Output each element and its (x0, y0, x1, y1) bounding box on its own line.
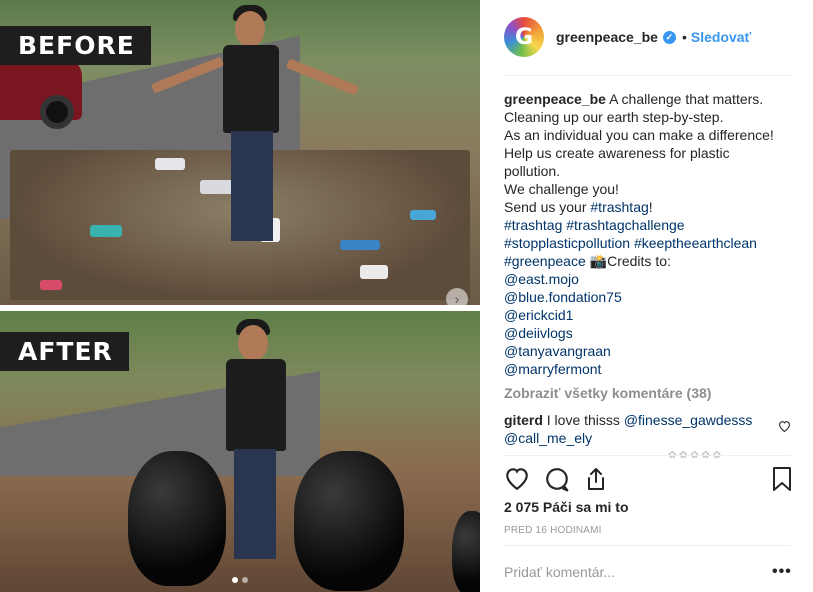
carousel-indicator (0, 577, 480, 583)
view-all-comments-link[interactable]: Zobraziť všetky komentáre (38) (504, 385, 711, 401)
share-icon[interactable] (584, 466, 608, 492)
comment-like-heart-icon[interactable] (778, 420, 791, 432)
comment-item: giterd I love thisss @finesse_gawdesss @… (504, 411, 774, 447)
post-caption: greenpeace_be A challenge that matters. … (504, 90, 794, 378)
separator: • (681, 29, 687, 45)
caption-line: Help us create awareness for plastic (504, 145, 730, 161)
after-photo: AFTER (0, 311, 480, 592)
post-header: G greenpeace_be ✓ • Sledovať (504, 16, 791, 58)
carousel-dot (232, 577, 238, 583)
mention-link[interactable]: @marryfermont (504, 360, 794, 378)
camera-emoji: 📸 (589, 253, 608, 269)
carousel-dot (242, 577, 248, 583)
trash-bag-right (294, 451, 404, 591)
person (222, 319, 292, 574)
caption-line: Cleaning up our earth step-by-step. (504, 109, 724, 125)
avatar-letter: G (514, 24, 534, 50)
caption-line: As an individual you can make a differen… (504, 127, 774, 143)
post-timestamp[interactable]: PRED 16 HODINAMI (504, 525, 602, 536)
trash-item (155, 158, 185, 170)
add-comment-input[interactable]: Pridať komentár... (504, 564, 615, 580)
trash-item (410, 210, 436, 220)
more-options-button[interactable]: ••• (772, 563, 792, 581)
car-wheel (40, 95, 74, 129)
after-label: AFTER (0, 332, 129, 371)
trash-bag-left (128, 451, 226, 586)
bookmark-icon[interactable] (772, 466, 792, 492)
caption-credits-line: #greenpeace 📸Credits to: (504, 252, 794, 270)
mention-link[interactable]: @blue.fondation75 (504, 288, 794, 306)
caption-send-suffix: ! (648, 199, 653, 215)
post-side-panel: G greenpeace_be ✓ • Sledovať greenpeace_… (480, 0, 813, 592)
mention-link[interactable]: @finesse_gawdesss (624, 412, 753, 428)
trash-item (90, 225, 122, 237)
avatar[interactable]: G (504, 17, 544, 57)
mention-link[interactable]: @deiivlogs (504, 324, 794, 342)
before-photo: BEFORE (0, 0, 480, 305)
trash-item (360, 265, 388, 279)
caption-line: A challenge that matters. (609, 91, 764, 107)
mention-link[interactable]: @tanyavangraan (504, 342, 794, 360)
chevron-right-icon[interactable]: › (446, 288, 468, 310)
comment-bubble-icon[interactable] (544, 466, 570, 492)
hashtag-link[interactable]: #trashtag (590, 199, 648, 215)
post-media[interactable]: BEFORE › AFTER (0, 0, 480, 592)
follow-button[interactable]: Sledovať (691, 29, 751, 45)
caption-send-prefix: Send us your (504, 199, 591, 215)
hashtag-link[interactable]: #trashtag #trashtagchallenge (504, 216, 794, 234)
caption-username[interactable]: greenpeace_be (504, 91, 606, 107)
verified-badge-icon: ✓ (662, 30, 676, 44)
mention-link[interactable]: @east.mojo (504, 270, 794, 288)
action-bar (504, 466, 794, 492)
hashtag-link[interactable]: #greenpeace (504, 253, 586, 269)
person (215, 5, 295, 260)
comment-username[interactable]: giterd (504, 412, 543, 428)
caption-line: pollution. (504, 163, 561, 179)
mention-link[interactable]: @erickcid1 (504, 306, 794, 324)
username[interactable]: greenpeace_be (556, 29, 658, 45)
credits-label: Credits to: (607, 253, 671, 269)
divider (504, 455, 791, 456)
before-label: BEFORE (0, 26, 151, 65)
trash-item (40, 280, 62, 290)
divider (504, 545, 791, 546)
caption-send-line: Send us your #trashtag! (504, 198, 794, 216)
trash-item (340, 240, 380, 250)
mention-link[interactable]: @call_me_ely (504, 429, 774, 447)
hashtag-link[interactable]: #stopplasticpollution #keeptheearthclean (504, 234, 794, 252)
comment-text: I love thisss (546, 412, 624, 428)
heart-icon[interactable] (504, 466, 530, 490)
divider (504, 75, 791, 76)
caption-line: We challenge you! (504, 181, 619, 197)
likes-count[interactable]: 2 075 Páči sa mi to (504, 499, 629, 515)
